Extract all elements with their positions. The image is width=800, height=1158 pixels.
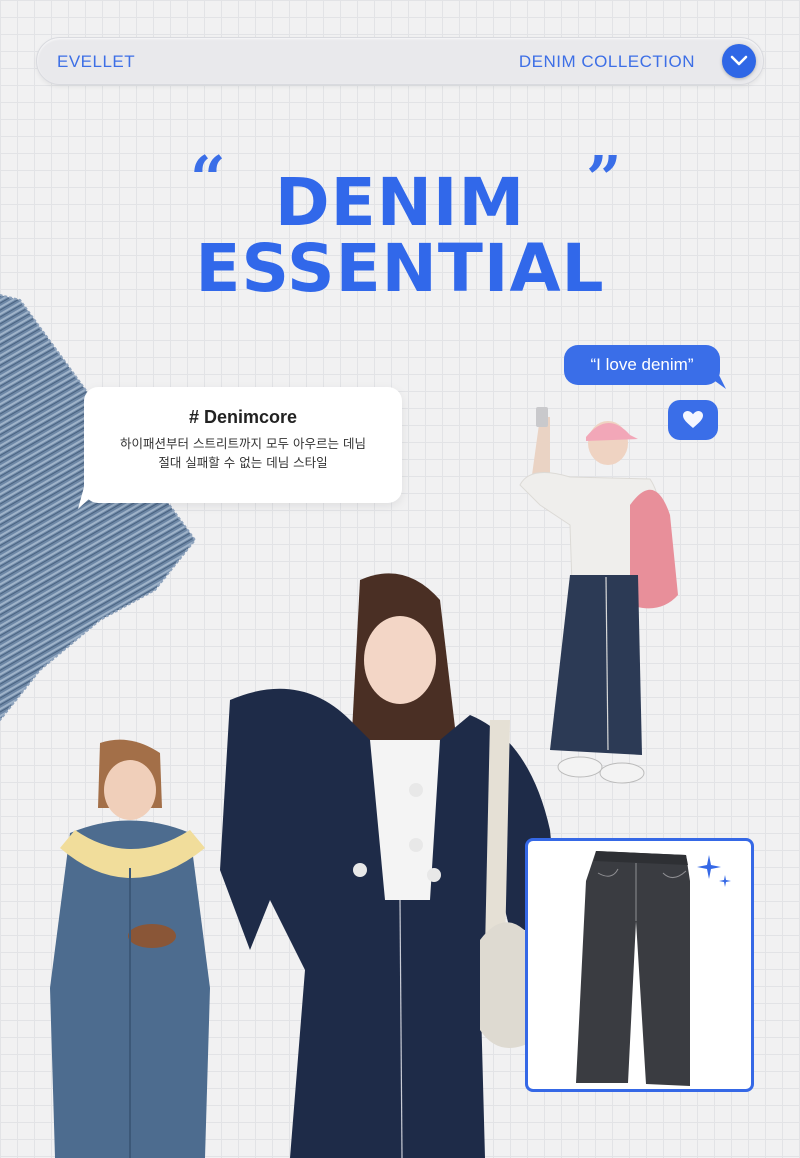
denim-fabric-swatch bbox=[0, 293, 197, 722]
bubble-tail bbox=[704, 373, 726, 389]
model-denim-dress-photo bbox=[50, 739, 210, 1158]
collection-label[interactable]: DENIM COLLECTION bbox=[519, 52, 695, 72]
chat-message-text: “I love denim” bbox=[590, 355, 694, 374]
chat-message-bubble: “I love denim” bbox=[564, 345, 726, 389]
hashtag-speech-bubble: # Denimcore 하이패션부터 스트리트까지 모두 아우르는 데님 절대 … bbox=[78, 387, 402, 509]
hashtag-title: # Denimcore bbox=[188, 407, 298, 427]
hashtag-description-line-1: 하이패션부터 스트리트까지 모두 아우르는 데님 bbox=[120, 436, 366, 451]
chevron-down-icon bbox=[730, 55, 748, 66]
collection-dropdown-button[interactable] bbox=[722, 44, 756, 78]
hashtag-description-line-2: 절대 실패할 수 없는 데님 스타일 bbox=[158, 455, 328, 471]
sparkle-icon bbox=[697, 855, 731, 887]
headline-line-1: DENIM bbox=[274, 164, 526, 241]
top-nav-bar: EVELLET DENIM COLLECTION bbox=[36, 37, 764, 85]
bubble-tail bbox=[78, 487, 102, 509]
brand-name[interactable]: EVELLET bbox=[57, 52, 135, 72]
product-card-jeans[interactable] bbox=[525, 838, 754, 1092]
